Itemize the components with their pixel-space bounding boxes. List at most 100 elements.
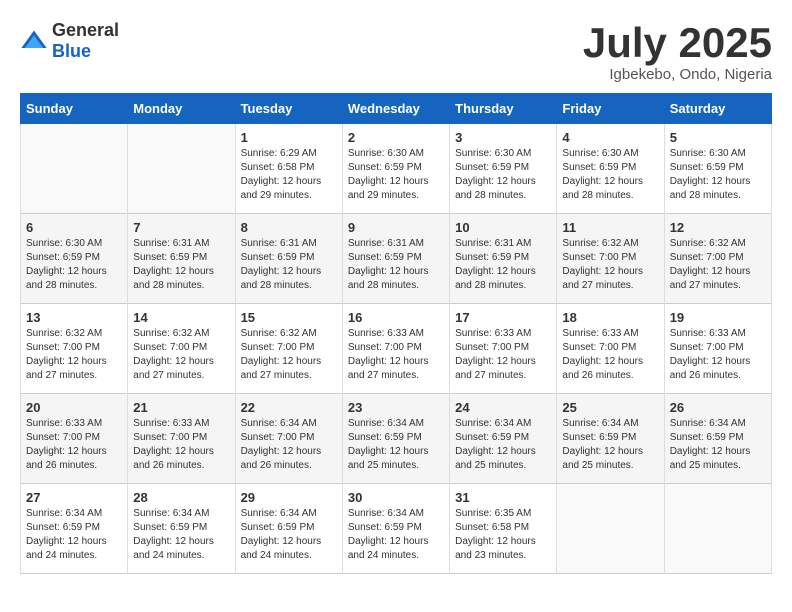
weekday-header: Friday — [557, 94, 664, 124]
day-info: Sunrise: 6:33 AMSunset: 7:00 PMDaylight:… — [133, 417, 229, 473]
weekday-header: Thursday — [450, 94, 557, 124]
day-info: Sunrise: 6:29 AMSunset: 6:58 PMDaylight:… — [241, 147, 337, 203]
day-info: Sunrise: 6:32 AMSunset: 7:00 PMDaylight:… — [26, 327, 122, 383]
calendar-cell: 14 Sunrise: 6:32 AMSunset: 7:00 PMDaylig… — [128, 304, 235, 394]
calendar-cell: 17 Sunrise: 6:33 AMSunset: 7:00 PMDaylig… — [450, 304, 557, 394]
calendar-cell: 8 Sunrise: 6:31 AMSunset: 6:59 PMDayligh… — [235, 214, 342, 304]
day-number: 26 — [670, 400, 766, 415]
calendar-cell: 24 Sunrise: 6:34 AMSunset: 6:59 PMDaylig… — [450, 394, 557, 484]
day-info: Sunrise: 6:30 AMSunset: 6:59 PMDaylight:… — [26, 237, 122, 293]
day-info: Sunrise: 6:31 AMSunset: 6:59 PMDaylight:… — [348, 237, 444, 293]
day-info: Sunrise: 6:33 AMSunset: 7:00 PMDaylight:… — [348, 327, 444, 383]
weekday-header: Monday — [128, 94, 235, 124]
calendar-cell — [664, 484, 771, 574]
day-info: Sunrise: 6:34 AMSunset: 6:59 PMDaylight:… — [241, 507, 337, 563]
day-info: Sunrise: 6:34 AMSunset: 6:59 PMDaylight:… — [26, 507, 122, 563]
calendar-cell: 7 Sunrise: 6:31 AMSunset: 6:59 PMDayligh… — [128, 214, 235, 304]
day-info: Sunrise: 6:30 AMSunset: 6:59 PMDaylight:… — [455, 147, 551, 203]
calendar-week-row: 6 Sunrise: 6:30 AMSunset: 6:59 PMDayligh… — [21, 214, 772, 304]
calendar-week-row: 27 Sunrise: 6:34 AMSunset: 6:59 PMDaylig… — [21, 484, 772, 574]
day-number: 30 — [348, 490, 444, 505]
day-number: 27 — [26, 490, 122, 505]
day-info: Sunrise: 6:32 AMSunset: 7:00 PMDaylight:… — [133, 327, 229, 383]
title-section: July 2025 Igbekebo, Ondo, Nigeria — [583, 20, 772, 83]
calendar-cell: 21 Sunrise: 6:33 AMSunset: 7:00 PMDaylig… — [128, 394, 235, 484]
calendar-cell: 12 Sunrise: 6:32 AMSunset: 7:00 PMDaylig… — [664, 214, 771, 304]
day-info: Sunrise: 6:31 AMSunset: 6:59 PMDaylight:… — [133, 237, 229, 293]
calendar-cell: 16 Sunrise: 6:33 AMSunset: 7:00 PMDaylig… — [342, 304, 449, 394]
day-info: Sunrise: 6:34 AMSunset: 6:59 PMDaylight:… — [133, 507, 229, 563]
day-info: Sunrise: 6:31 AMSunset: 6:59 PMDaylight:… — [455, 237, 551, 293]
day-number: 18 — [562, 310, 658, 325]
logo-blue-text: Blue — [52, 41, 91, 61]
day-number: 28 — [133, 490, 229, 505]
day-info: Sunrise: 6:31 AMSunset: 6:59 PMDaylight:… — [241, 237, 337, 293]
day-number: 16 — [348, 310, 444, 325]
day-info: Sunrise: 6:33 AMSunset: 7:00 PMDaylight:… — [26, 417, 122, 473]
logo-icon — [20, 27, 48, 55]
logo: General Blue — [20, 20, 119, 62]
day-info: Sunrise: 6:34 AMSunset: 6:59 PMDaylight:… — [348, 417, 444, 473]
day-number: 9 — [348, 220, 444, 235]
calendar-cell: 31 Sunrise: 6:35 AMSunset: 6:58 PMDaylig… — [450, 484, 557, 574]
calendar-cell: 3 Sunrise: 6:30 AMSunset: 6:59 PMDayligh… — [450, 124, 557, 214]
day-info: Sunrise: 6:30 AMSunset: 6:59 PMDaylight:… — [562, 147, 658, 203]
calendar-cell: 9 Sunrise: 6:31 AMSunset: 6:59 PMDayligh… — [342, 214, 449, 304]
day-number: 20 — [26, 400, 122, 415]
day-number: 15 — [241, 310, 337, 325]
day-number: 10 — [455, 220, 551, 235]
calendar-cell: 29 Sunrise: 6:34 AMSunset: 6:59 PMDaylig… — [235, 484, 342, 574]
calendar-cell — [557, 484, 664, 574]
day-number: 11 — [562, 220, 658, 235]
calendar-cell: 19 Sunrise: 6:33 AMSunset: 7:00 PMDaylig… — [664, 304, 771, 394]
weekday-header: Saturday — [664, 94, 771, 124]
calendar-cell: 13 Sunrise: 6:32 AMSunset: 7:00 PMDaylig… — [21, 304, 128, 394]
day-info: Sunrise: 6:35 AMSunset: 6:58 PMDaylight:… — [455, 507, 551, 563]
day-number: 29 — [241, 490, 337, 505]
day-info: Sunrise: 6:34 AMSunset: 6:59 PMDaylight:… — [348, 507, 444, 563]
calendar-cell: 18 Sunrise: 6:33 AMSunset: 7:00 PMDaylig… — [557, 304, 664, 394]
calendar-cell: 15 Sunrise: 6:32 AMSunset: 7:00 PMDaylig… — [235, 304, 342, 394]
weekday-header: Tuesday — [235, 94, 342, 124]
day-number: 22 — [241, 400, 337, 415]
calendar-cell: 20 Sunrise: 6:33 AMSunset: 7:00 PMDaylig… — [21, 394, 128, 484]
calendar-cell: 11 Sunrise: 6:32 AMSunset: 7:00 PMDaylig… — [557, 214, 664, 304]
day-info: Sunrise: 6:33 AMSunset: 7:00 PMDaylight:… — [562, 327, 658, 383]
calendar-week-row: 20 Sunrise: 6:33 AMSunset: 7:00 PMDaylig… — [21, 394, 772, 484]
day-number: 12 — [670, 220, 766, 235]
day-info: Sunrise: 6:34 AMSunset: 6:59 PMDaylight:… — [670, 417, 766, 473]
day-info: Sunrise: 6:34 AMSunset: 6:59 PMDaylight:… — [562, 417, 658, 473]
day-number: 19 — [670, 310, 766, 325]
weekday-header: Sunday — [21, 94, 128, 124]
day-info: Sunrise: 6:30 AMSunset: 6:59 PMDaylight:… — [348, 147, 444, 203]
day-info: Sunrise: 6:32 AMSunset: 7:00 PMDaylight:… — [562, 237, 658, 293]
calendar-cell: 22 Sunrise: 6:34 AMSunset: 7:00 PMDaylig… — [235, 394, 342, 484]
day-info: Sunrise: 6:34 AMSunset: 7:00 PMDaylight:… — [241, 417, 337, 473]
day-info: Sunrise: 6:32 AMSunset: 7:00 PMDaylight:… — [670, 237, 766, 293]
day-number: 13 — [26, 310, 122, 325]
calendar-cell: 4 Sunrise: 6:30 AMSunset: 6:59 PMDayligh… — [557, 124, 664, 214]
calendar-cell: 23 Sunrise: 6:34 AMSunset: 6:59 PMDaylig… — [342, 394, 449, 484]
calendar-cell: 10 Sunrise: 6:31 AMSunset: 6:59 PMDaylig… — [450, 214, 557, 304]
day-number: 21 — [133, 400, 229, 415]
day-info: Sunrise: 6:33 AMSunset: 7:00 PMDaylight:… — [455, 327, 551, 383]
logo-general-text: General — [52, 20, 119, 40]
day-number: 31 — [455, 490, 551, 505]
day-number: 7 — [133, 220, 229, 235]
day-number: 2 — [348, 130, 444, 145]
calendar-cell: 5 Sunrise: 6:30 AMSunset: 6:59 PMDayligh… — [664, 124, 771, 214]
day-number: 17 — [455, 310, 551, 325]
calendar-week-row: 1 Sunrise: 6:29 AMSunset: 6:58 PMDayligh… — [21, 124, 772, 214]
page-header: General Blue July 2025 Igbekebo, Ondo, N… — [20, 20, 772, 83]
calendar-cell: 1 Sunrise: 6:29 AMSunset: 6:58 PMDayligh… — [235, 124, 342, 214]
calendar-cell: 26 Sunrise: 6:34 AMSunset: 6:59 PMDaylig… — [664, 394, 771, 484]
day-number: 24 — [455, 400, 551, 415]
calendar-cell: 6 Sunrise: 6:30 AMSunset: 6:59 PMDayligh… — [21, 214, 128, 304]
calendar-cell: 27 Sunrise: 6:34 AMSunset: 6:59 PMDaylig… — [21, 484, 128, 574]
calendar-cell: 28 Sunrise: 6:34 AMSunset: 6:59 PMDaylig… — [128, 484, 235, 574]
day-number: 4 — [562, 130, 658, 145]
month-title: July 2025 — [583, 20, 772, 66]
calendar-table: SundayMondayTuesdayWednesdayThursdayFrid… — [20, 93, 772, 574]
day-number: 25 — [562, 400, 658, 415]
calendar-cell — [128, 124, 235, 214]
